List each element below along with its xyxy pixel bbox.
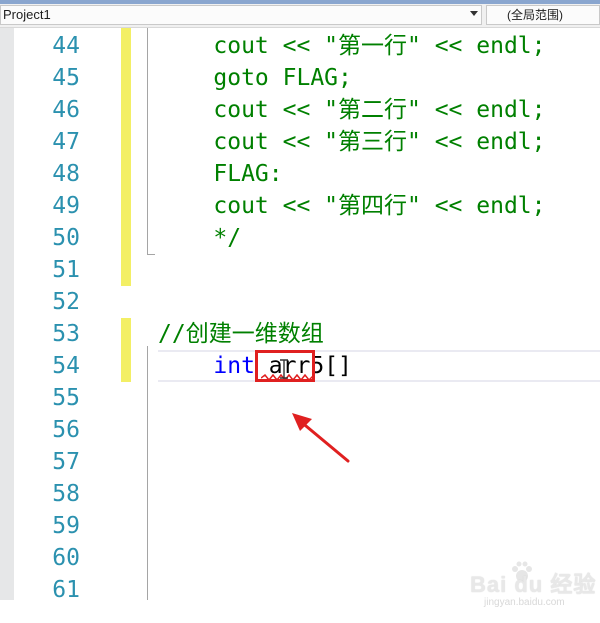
scope-dropdown[interactable]: (全局范围) (486, 5, 600, 25)
line-number: 50 (52, 225, 80, 251)
change-marker (121, 318, 131, 382)
line-number: 55 (52, 385, 80, 411)
line-number: 48 (52, 161, 80, 187)
outlining-guide (147, 28, 148, 255)
line-number: 51 (52, 257, 80, 283)
code-line-53[interactable]: //创建一维数组 (158, 318, 324, 350)
outlining-guide (147, 346, 148, 600)
line-number: 58 (52, 481, 80, 507)
baidu-jingyan-watermark: Bai du 经验 jingyan.baidu.com (470, 553, 598, 623)
line-number: 56 (52, 417, 80, 443)
line-number: 46 (52, 97, 80, 123)
chevron-down-icon[interactable] (470, 11, 478, 16)
code-line-45[interactable]: goto FLAG; (158, 62, 352, 94)
line-number: 54 (52, 353, 80, 379)
line-number: 44 (52, 33, 80, 59)
project-dropdown[interactable]: Project1 (0, 5, 482, 25)
line-number: 53 (52, 321, 80, 347)
code-line-49[interactable]: cout << "第四行" << endl; (158, 190, 545, 222)
brackets: [] (324, 353, 352, 379)
watermark-url: jingyan.baidu.com (484, 597, 565, 608)
keyword-int: int (213, 353, 255, 379)
code-editor[interactable]: 44 45 46 47 48 49 50 51 52 53 54 55 56 5… (0, 28, 600, 608)
code-line-47[interactable]: cout << "第三行" << endl; (158, 126, 545, 158)
scope-dropdown-label: (全局范围) (507, 8, 563, 22)
line-number: 47 (52, 129, 80, 155)
line-number: 49 (52, 193, 80, 219)
line-number: 61 (52, 577, 80, 603)
line-number: 60 (52, 545, 80, 571)
code-line-46[interactable]: cout << "第二行" << endl; (158, 94, 545, 126)
annotation-arrow-icon (292, 413, 350, 463)
code-line-50[interactable]: */ (158, 222, 241, 254)
code-line-44[interactable]: cout << "第一行" << endl; (158, 30, 545, 62)
navigation-bar: Project1 (全局范围) (0, 0, 600, 28)
outlining-end-marker (147, 254, 155, 255)
annotation-highlight-box (255, 350, 315, 382)
line-number: 52 (52, 289, 80, 315)
code-line-48[interactable]: FLAG: (158, 158, 282, 190)
title-accent-line (0, 0, 600, 4)
line-number: 59 (52, 513, 80, 539)
change-marker (121, 28, 131, 286)
line-number: 57 (52, 449, 80, 475)
line-number: 45 (52, 65, 80, 91)
watermark-main-text: Bai du 经验 (470, 572, 597, 597)
project-dropdown-label: Project1 (3, 7, 51, 22)
selection-margin (0, 28, 14, 600)
